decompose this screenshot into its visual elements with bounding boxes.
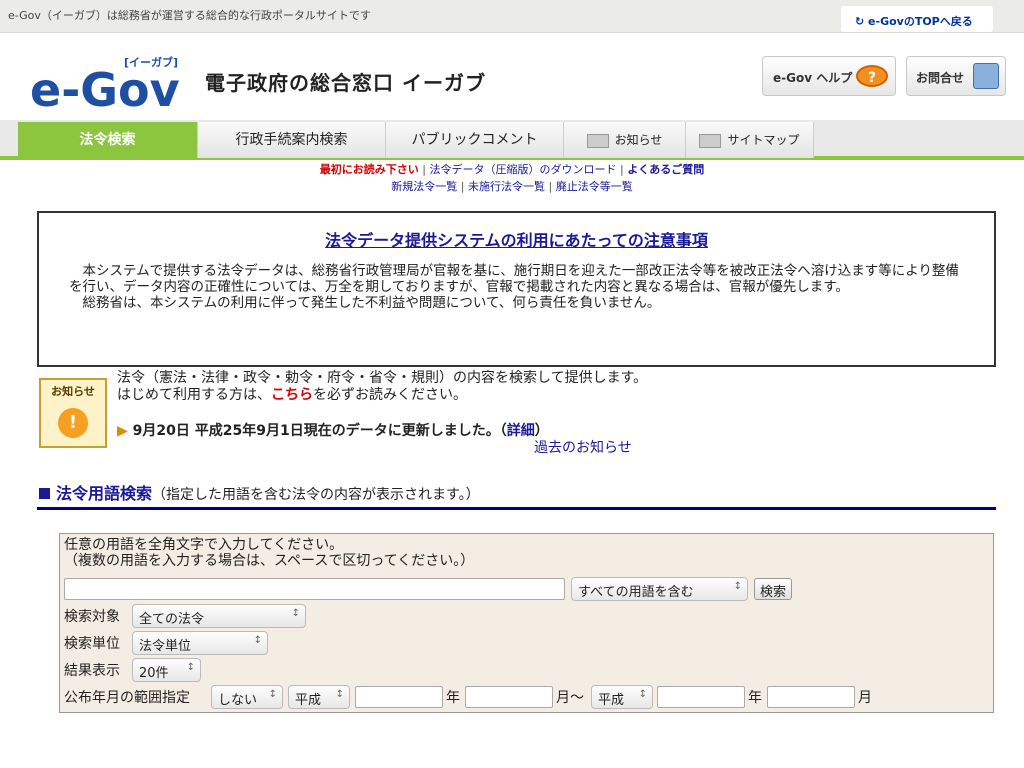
update-notice: ▶ 9月20日 平成25年9月1日現在のデータに更新しました。（詳細） (117, 423, 549, 439)
tab-law-search[interactable]: 法令検索 (18, 122, 198, 158)
month-to-input[interactable] (767, 686, 855, 708)
news-line-2: はじめて利用する方は、こちらを必ずお読みください。 (117, 387, 467, 403)
search-button[interactable]: 検索 (754, 578, 793, 600)
match-mode-select[interactable]: すべての用語を含む (571, 577, 748, 601)
section-title: 法令用語検索（指定した用語を含む法令の内容が表示されます。） (37, 480, 996, 510)
phone-icon (973, 63, 999, 89)
logo-text: e-Gov (30, 63, 180, 116)
egov-logo[interactable]: e-Gov [イーガブ] (28, 54, 188, 117)
download-link[interactable]: 法令データ（圧縮版）のダウンロード (430, 163, 617, 176)
first-read-link[interactable]: 最初にお読み下さい (320, 163, 419, 176)
era-to-select[interactable]: 平成 (591, 685, 653, 709)
header: e-Gov [イーガブ] 電子政府の総合窓口 イーガブ e-Gov ヘルプ ? … (0, 34, 1024, 120)
question-icon: ? (856, 65, 888, 87)
contact-button[interactable]: お問合せ (906, 56, 1006, 96)
tab-public-comment[interactable]: パブリックコメント (386, 122, 564, 158)
term-input[interactable] (64, 578, 565, 600)
sitemap-icon (699, 133, 722, 148)
past-news-link[interactable]: 過去のお知らせ (534, 437, 632, 457)
site-name: 電子政府の総合窓口 イーガブ (205, 71, 486, 95)
unit-label: 検索単位 (64, 636, 120, 652)
results-select[interactable]: 20件 (132, 658, 201, 682)
notice-paragraph-2: 総務省は、本システムの利用に伴って発生した不利益や問題について、何ら責任を負いま… (82, 295, 661, 311)
search-instructions: 任意の用語を全角文字で入力してください。 （複数の用語を入力する場合は、スペース… (64, 537, 475, 569)
sub-links: 最初にお読み下さい | 法令データ（圧縮版）のダウンロード | よくあるご質問 … (319, 163, 705, 193)
faq-link[interactable]: よくあるご質問 (627, 163, 704, 176)
news-icon (586, 133, 609, 148)
notice-title[interactable]: 法令データ提供システムの利用にあたっての注意事項 (69, 233, 964, 249)
square-bullet-icon (39, 487, 50, 499)
news-info: 法令（憲法・法律・政令・勅令・府令・省令・規則）の内容を検索して提供します。 は… (117, 370, 647, 404)
unenforced-laws-link[interactable]: 未施行法令一覧 (468, 180, 545, 193)
return-icon: ↻ (855, 15, 869, 28)
results-label: 結果表示 (64, 663, 120, 679)
era-from-select[interactable]: 平成 (288, 685, 350, 709)
tagline: e-Gov（イーガブ）は総務省が運営する総合的な行政ポータルサイトです (8, 9, 371, 22)
kochira-link[interactable]: こちら (271, 387, 313, 403)
usage-notice: 法令データ提供システムの利用にあたっての注意事項 本システムで提供する法令データ… (37, 211, 996, 367)
year-to-input[interactable] (657, 686, 745, 708)
target-label: 検索対象 (64, 609, 120, 625)
abolished-laws-link[interactable]: 廃止法令等一覧 (556, 180, 633, 193)
news-badge: お知らせ ! (39, 378, 107, 448)
year-from-input[interactable] (355, 686, 443, 708)
update-detail-link[interactable]: 詳細 (507, 423, 535, 439)
exclamation-icon: ! (58, 408, 88, 438)
tab-news[interactable]: お知らせ (564, 122, 686, 158)
arrow-right-icon: ▶ (117, 423, 128, 439)
tab-sitemap[interactable]: サイトマップ (686, 122, 814, 158)
main-nav: 法令検索 行政手続案内検索 パブリックコメント お知らせ サイトマップ (0, 120, 1024, 160)
news-line-1: 法令（憲法・法律・政令・勅令・府令・省令・規則）の内容を検索して提供します。 (117, 370, 648, 386)
logo-kana: [イーガブ] (124, 55, 178, 69)
month-from-input[interactable] (465, 686, 553, 708)
help-button[interactable]: e-Gov ヘルプ ? (762, 56, 896, 96)
top-strip: e-Gov（イーガブ）は総務省が運営する総合的な行政ポータルサイトです ↻ e-… (0, 0, 1024, 33)
target-select[interactable]: 全ての法令 (132, 604, 306, 628)
unit-select[interactable]: 法令単位 (132, 631, 268, 655)
new-laws-link[interactable]: 新規法令一覧 (391, 180, 457, 193)
date-range-label: 公布年月の範囲指定 (64, 690, 190, 706)
notice-paragraph-1: 本システムで提供する法令データは、総務省行政管理局が官報を基に、施行期日を迎えた… (69, 263, 959, 295)
term-search-form: 任意の用語を全角文字で入力してください。 （複数の用語を入力する場合は、スペース… (59, 533, 994, 713)
date-mode-select[interactable]: しない (211, 685, 283, 709)
egov-top-link[interactable]: ↻ e-GovのTOPへ戻る (841, 6, 993, 32)
tab-admin-procedures[interactable]: 行政手続案内検索 (198, 122, 386, 158)
